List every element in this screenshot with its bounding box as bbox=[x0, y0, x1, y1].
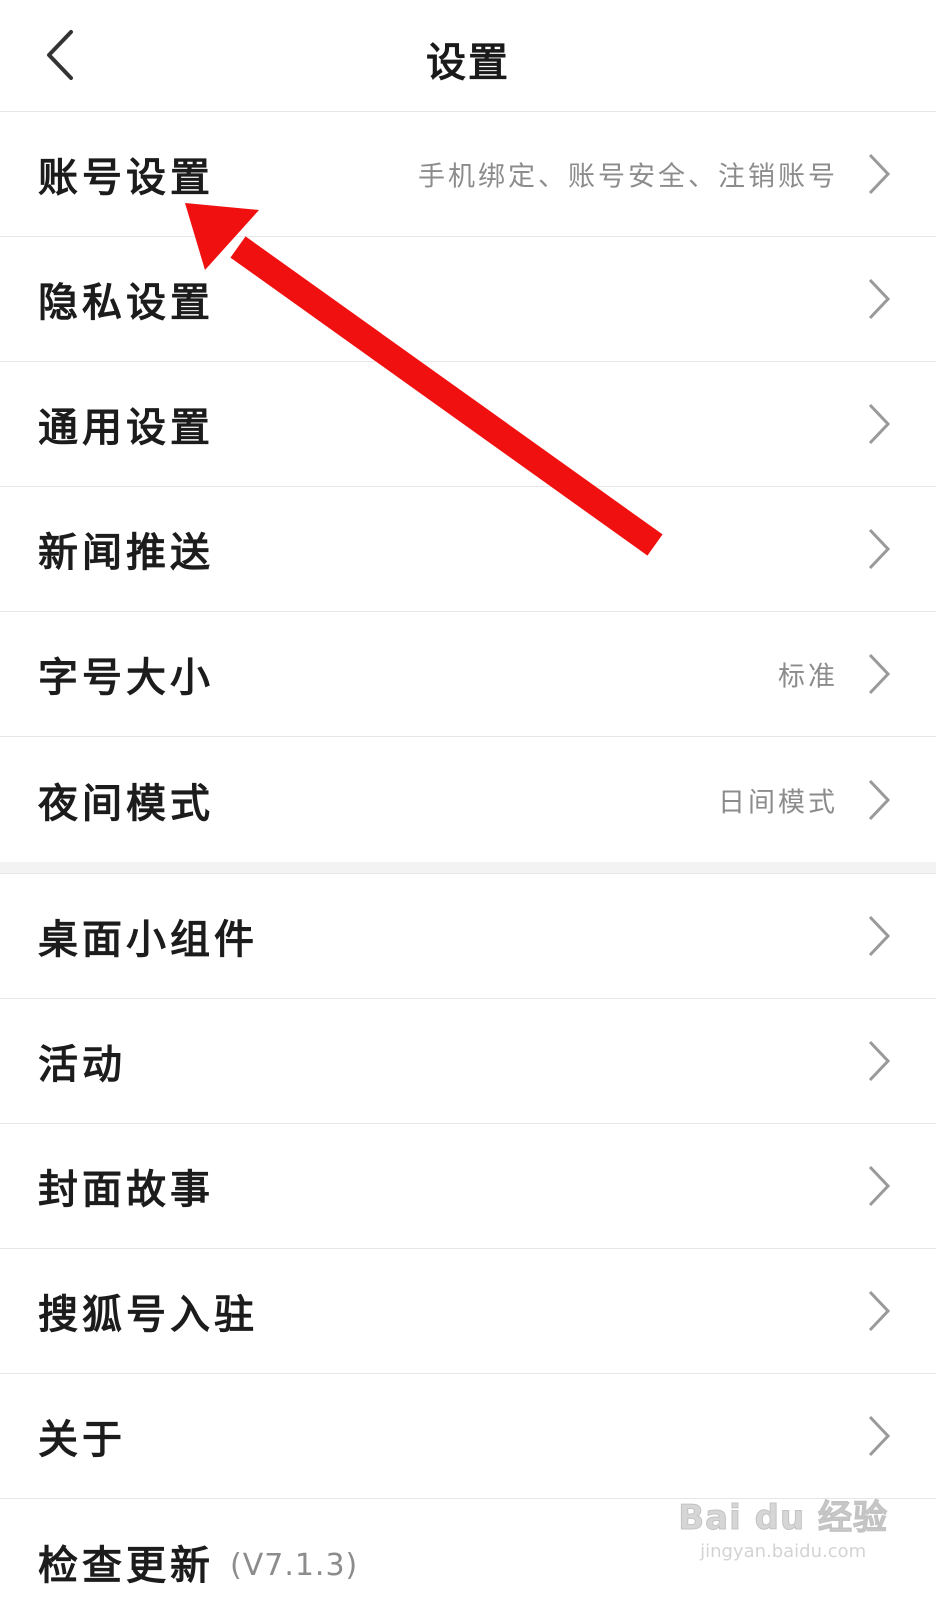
chevron-right-icon bbox=[868, 653, 891, 695]
chevron-right-icon bbox=[868, 278, 891, 320]
settings-item-night-mode[interactable]: 夜间模式 日间模式 bbox=[0, 737, 936, 862]
settings-item-label: 账号设置 bbox=[38, 154, 214, 201]
version-text: (V7.1.3) bbox=[230, 1547, 359, 1583]
settings-item-label: 检查更新 bbox=[38, 1541, 214, 1589]
settings-item-label: 字号大小 bbox=[38, 654, 214, 701]
settings-item-label: 夜间模式 bbox=[38, 779, 214, 827]
watermark-url: jingyan.baidu.com bbox=[700, 1541, 867, 1562]
settings-item-label: 活动 bbox=[38, 1041, 126, 1088]
settings-item-privacy[interactable]: 隐私设置 bbox=[0, 237, 936, 362]
chevron-right-icon bbox=[868, 403, 891, 445]
settings-item-font-size[interactable]: 字号大小 标准 bbox=[0, 612, 936, 737]
settings-list: 账号设置 手机绑定、账号安全、注销账号 隐私设置 通用设置 新闻推送 字号大小 … bbox=[0, 112, 936, 1624]
settings-item-value: 日间模式 bbox=[718, 787, 838, 818]
section-divider bbox=[0, 862, 936, 874]
chevron-right-icon bbox=[868, 1040, 891, 1082]
settings-item-general[interactable]: 通用设置 bbox=[0, 362, 936, 487]
chevron-right-icon bbox=[868, 1165, 891, 1207]
settings-item-label: 通用设置 bbox=[38, 404, 214, 451]
watermark: Bai du 经验 jingyan.baidu.com bbox=[678, 1490, 888, 1563]
chevron-right-icon bbox=[868, 1415, 891, 1457]
settings-item-label: 新闻推送 bbox=[38, 529, 214, 576]
settings-item-account[interactable]: 账号设置 手机绑定、账号安全、注销账号 bbox=[0, 112, 936, 237]
chevron-right-icon bbox=[868, 153, 891, 195]
settings-item-activity[interactable]: 活动 bbox=[0, 999, 936, 1124]
settings-item-sohu-account[interactable]: 搜狐号入驻 bbox=[0, 1249, 936, 1374]
settings-item-value: 标准 bbox=[778, 661, 838, 693]
settings-item-desktop-widget[interactable]: 桌面小组件 bbox=[0, 874, 936, 999]
settings-item-label: 桌面小组件 bbox=[38, 916, 258, 963]
chevron-right-icon bbox=[868, 528, 891, 570]
settings-item-about[interactable]: 关于 bbox=[0, 1374, 936, 1499]
settings-item-value: 手机绑定、账号安全、注销账号 bbox=[418, 161, 838, 193]
header-bar: 设置 bbox=[0, 0, 936, 112]
chevron-right-icon bbox=[868, 779, 891, 820]
chevron-right-icon bbox=[868, 915, 891, 957]
settings-item-cover-story[interactable]: 封面故事 bbox=[0, 1124, 936, 1249]
watermark-logo: Bai du 经验 bbox=[678, 1498, 888, 1539]
settings-item-label: 搜狐号入驻 bbox=[38, 1291, 258, 1338]
settings-item-news-push[interactable]: 新闻推送 bbox=[0, 487, 936, 612]
settings-item-label: 隐私设置 bbox=[38, 279, 214, 326]
settings-item-label: 关于 bbox=[38, 1416, 126, 1463]
settings-item-label-wrap: 检查更新 (V7.1.3) bbox=[38, 1533, 358, 1591]
page-title: 设置 bbox=[426, 39, 510, 86]
chevron-right-icon bbox=[868, 1290, 891, 1332]
settings-item-label: 封面故事 bbox=[38, 1166, 214, 1213]
